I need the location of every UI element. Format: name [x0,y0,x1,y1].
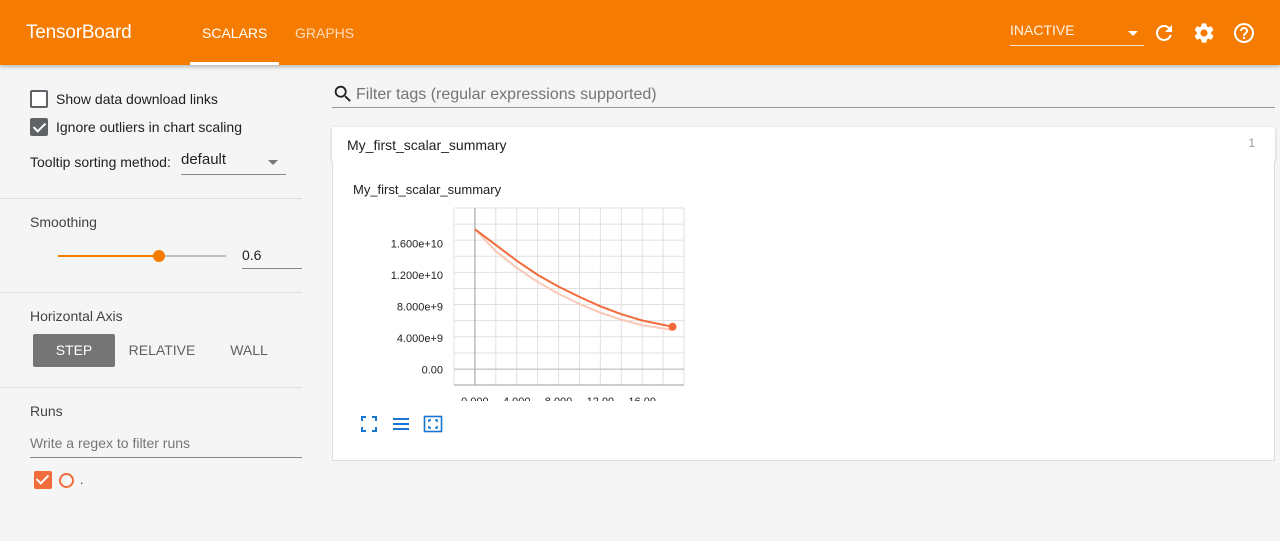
series-end-point [668,322,677,331]
tag-filter-input[interactable]: Filter tags (regular expressions support… [332,80,1275,108]
dashboard-selector-value: INACTIVE [1010,22,1075,38]
tooltip-sorting-dropdown[interactable]: default [181,151,286,175]
fullscreen-icon[interactable] [359,414,379,434]
slider-fill [58,255,159,257]
divider [0,198,302,199]
smoothing-title: Smoothing [30,214,97,230]
chevron-down-icon [1128,31,1138,36]
axis-relative-button[interactable]: RELATIVE [122,334,202,367]
x-tick-label: 12.00 [587,396,615,401]
y-tick-label: 0.00 [422,364,443,376]
smoothing-input[interactable]: 0.6 [242,245,302,269]
sidebar: Show data download links Ignore outliers… [0,65,302,541]
series-line-smoothed [474,228,673,328]
axis-wall-button[interactable]: WALL [215,334,283,367]
refresh-icon[interactable] [1152,21,1176,45]
tag-filter-placeholder: Filter tags (regular expressions support… [356,86,657,103]
category-header[interactable]: My_first_scalar_summary 1 [332,127,1275,161]
smoothing-slider[interactable] [58,250,226,262]
show-download-links-label: Show data download links [56,91,218,107]
x-tick-label: 0.000 [461,396,489,401]
category-name: My_first_scalar_summary [347,137,507,153]
top-toolbar: TensorBoard SCALARS GRAPHS INACTIVE [0,0,1280,65]
scalar-chart[interactable]: 0.000 4.000 8.000 12.00 16.00 0.00 4.000e+9 8.0… [333,161,733,401]
chart-card: My_first_scalar_summary 0.0004.0008.0001… [332,161,1275,461]
y-tick-label: 4.000e+9 [397,333,443,345]
runs-title: Runs [30,403,63,419]
chevron-down-icon [268,160,278,165]
fit-domain-icon[interactable] [423,414,443,434]
slider-handle[interactable] [152,250,165,262]
ignore-outliers-checkbox[interactable]: Ignore outliers in chart scaling [30,118,242,136]
category-count: 1 [1248,136,1255,150]
x-tick-label: 8.000 [545,396,573,401]
search-icon [334,85,351,102]
divider [0,387,302,388]
show-download-links-checkbox[interactable]: Show data download links [30,90,218,108]
horizontal-axis-title: Horizontal Axis [30,308,123,324]
y-tick-label: 1.600e+10 [391,238,443,250]
tab-graphs[interactable]: GRAPHS [295,25,354,41]
run-radio[interactable] [59,472,74,488]
x-tick-label: 4.000 [503,396,531,401]
dashboard-selector[interactable]: INACTIVE [1010,22,1144,46]
series-line-raw [474,228,673,331]
run-item: . [34,471,83,489]
checkbox-box[interactable] [30,90,48,108]
list-icon[interactable] [391,414,411,434]
run-checkbox[interactable] [34,471,52,489]
tooltip-sorting-value: default [181,151,227,168]
gear-icon[interactable] [1192,21,1216,45]
checkbox-box[interactable] [30,118,48,136]
y-tick-label: 8.000e+9 [397,301,443,313]
divider [0,292,302,293]
x-tick-label: 16.00 [628,396,656,401]
run-name: . [80,473,84,487]
y-tick-label: 1.200e+10 [391,270,443,282]
runs-filter-input[interactable]: Write a regex to filter runs [30,435,302,458]
tooltip-sorting-label: Tooltip sorting method: [30,154,171,170]
ignore-outliers-label: Ignore outliers in chart scaling [56,119,242,135]
app-title: TensorBoard [26,22,132,43]
axis-step-button[interactable]: STEP [33,334,115,367]
help-icon[interactable] [1232,21,1256,45]
tab-scalars[interactable]: SCALARS [202,25,267,41]
